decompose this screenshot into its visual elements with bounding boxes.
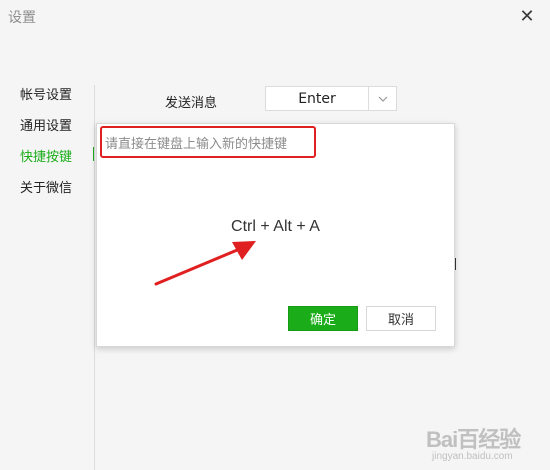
confirm-button[interactable]: 确定 [288,306,358,331]
sidebar-item-account[interactable]: 帐号设置 [20,84,72,103]
watermark-logo-text: Bai百经验 [426,427,521,452]
sidebar-item-shortcuts[interactable]: 快捷按键 [20,146,72,165]
sidebar-item-about[interactable]: 关于微信 [20,177,72,196]
select-value: Enter [298,90,336,107]
select-arrow[interactable] [368,87,396,110]
send-message-label: 发送消息 [165,96,218,111]
close-icon: ✕ [519,5,535,27]
cancel-button[interactable]: 取消 [366,306,436,331]
close-button[interactable]: ✕ [515,4,539,28]
window-title: 设置 [8,10,36,26]
watermark-url: jingyan.baidu.com [432,451,513,462]
sidebar-divider [94,85,95,470]
send-message-select[interactable]: Enter [265,86,397,111]
annotation-arrow [154,241,256,286]
chevron-down-icon [378,96,387,102]
shortcut-hint: 请直接在键盘上输入新的快捷键 [105,137,288,152]
watermark: Bai百经验 jingyan.baidu.com [418,418,548,468]
sidebar-item-general[interactable]: 通用设置 [20,115,72,134]
